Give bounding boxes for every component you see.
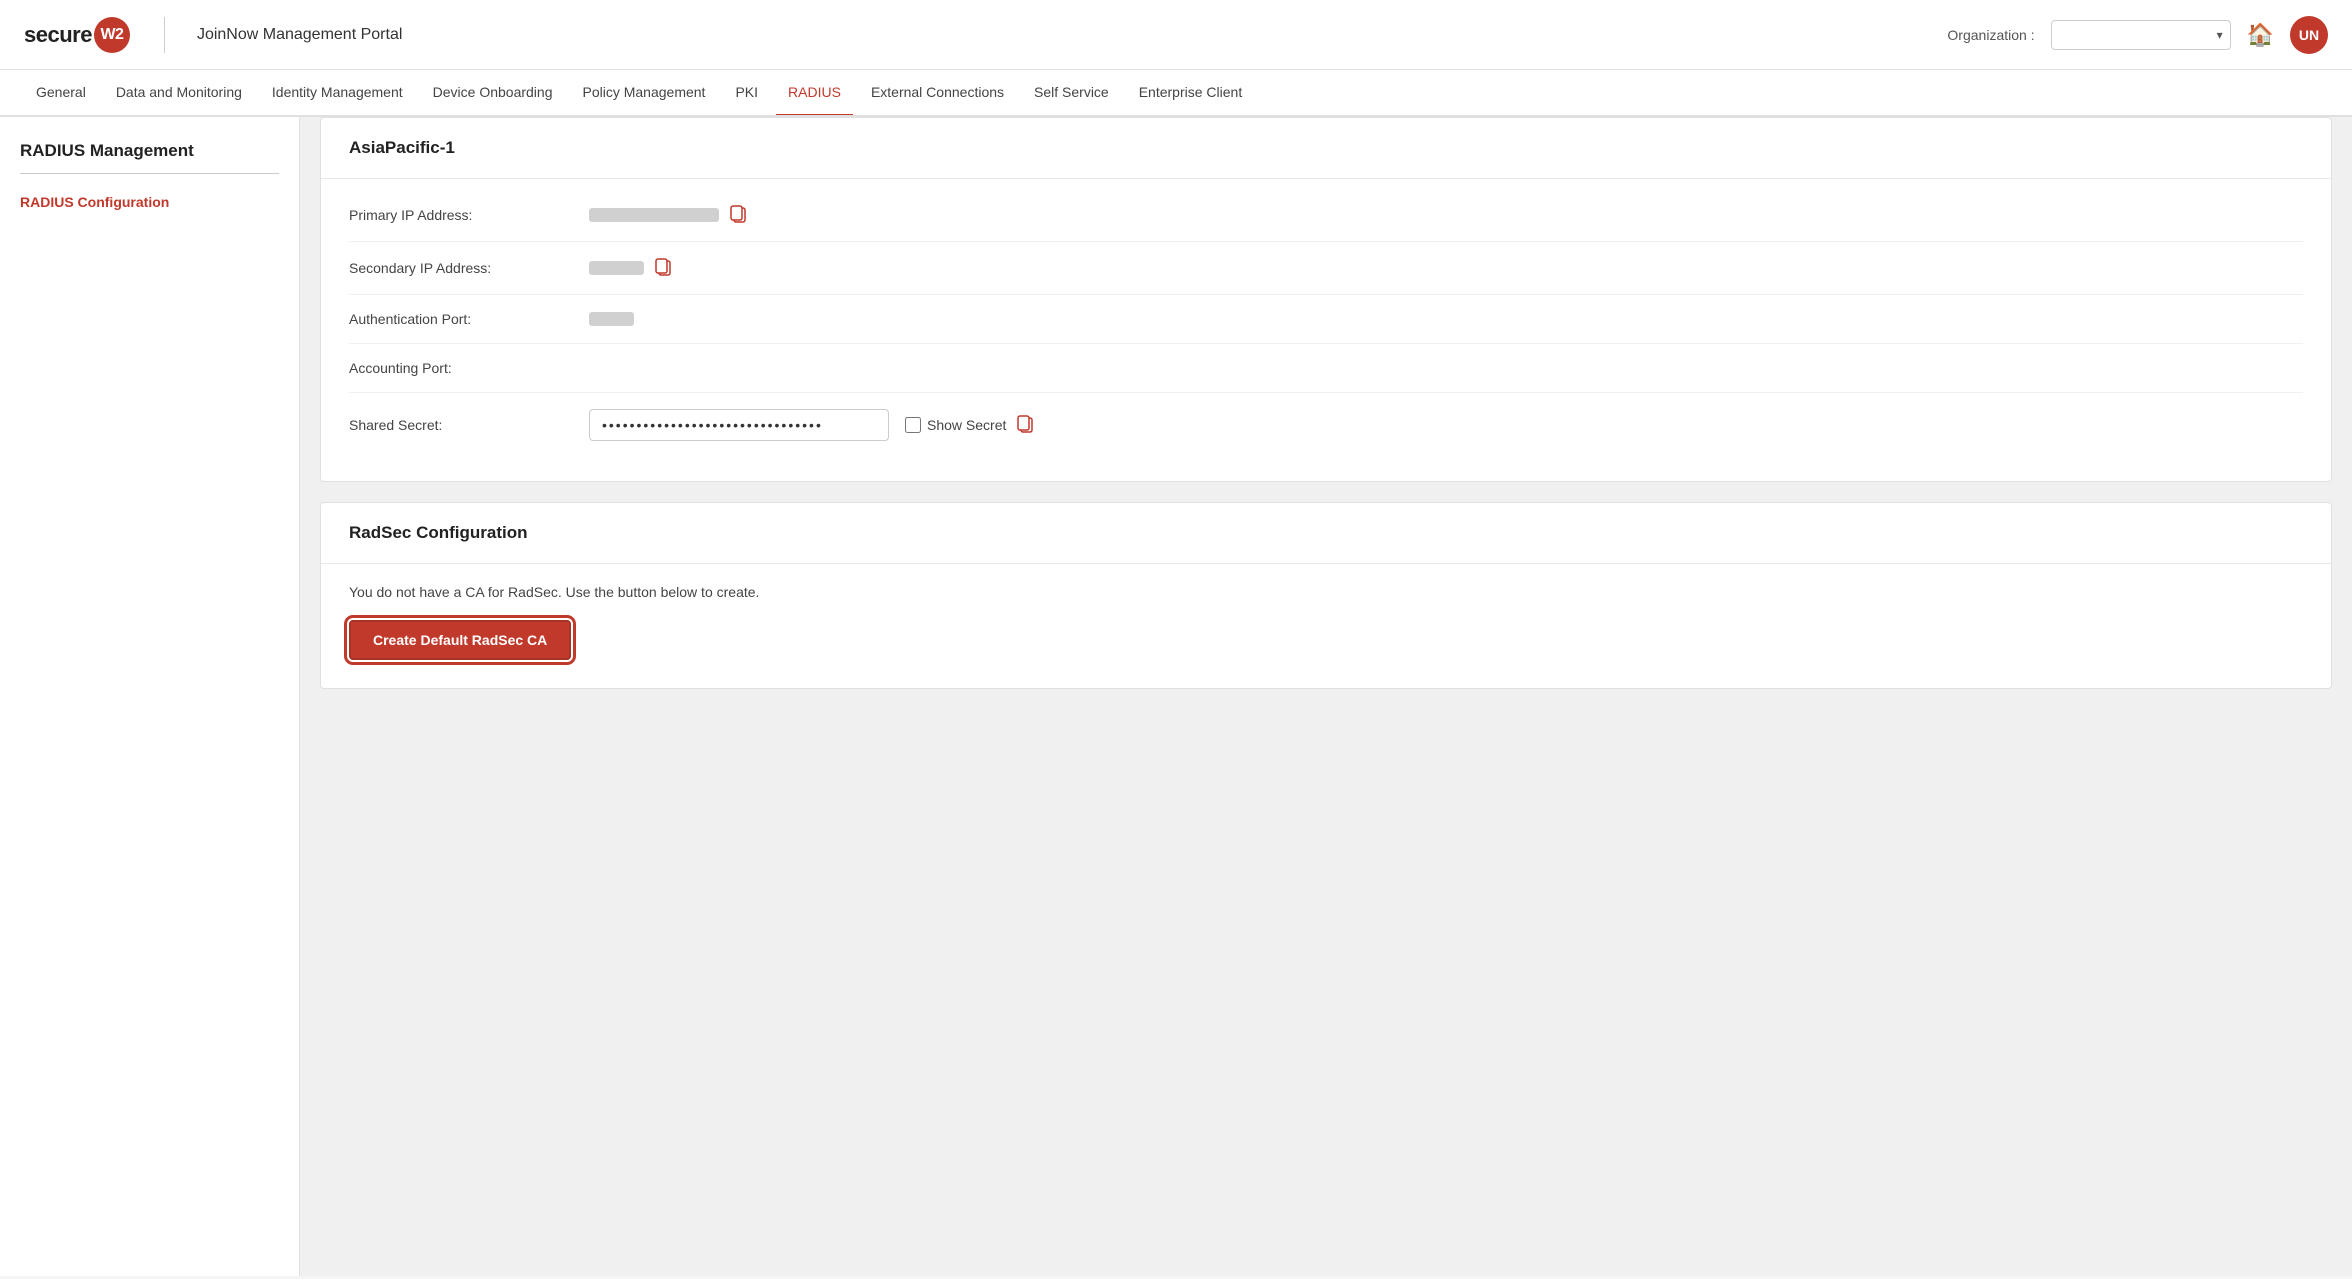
auth-port-value: [589, 312, 2303, 326]
sidebar: RADIUS Management RADIUS Configuration: [0, 117, 300, 1276]
secondary-ip-masked: [589, 261, 644, 275]
radsec-title: RadSec Configuration: [349, 523, 528, 542]
nav-bar: General Data and Monitoring Identity Man…: [0, 70, 2352, 117]
asiapacific-title: AsiaPacific-1: [349, 138, 455, 157]
header: secure W2 JoinNow Management Portal Orga…: [0, 0, 2352, 70]
accounting-port-row: Accounting Port:: [349, 344, 2303, 393]
nav-item-self-service[interactable]: Self Service: [1022, 70, 1121, 117]
shared-secret-row: Shared Secret: Show Secret: [349, 393, 2303, 457]
show-secret-checkbox[interactable]: [905, 417, 921, 433]
home-button[interactable]: 🏠: [2247, 22, 2274, 48]
nav-item-radius[interactable]: RADIUS: [776, 70, 853, 117]
logo-text-before: secure: [24, 22, 92, 48]
primary-ip-clipboard-icon[interactable]: [729, 205, 747, 225]
sidebar-divider: [20, 173, 279, 174]
shared-secret-clipboard-icon[interactable]: [1016, 415, 1034, 435]
secondary-ip-row: Secondary IP Address:: [349, 242, 2303, 295]
logo-badge: W2: [94, 17, 130, 53]
shared-secret-label: Shared Secret:: [349, 417, 589, 433]
portal-title: JoinNow Management Portal: [197, 26, 402, 44]
logo-divider: [164, 17, 165, 53]
content-area: AsiaPacific-1 Primary IP Address:: [300, 117, 2352, 1276]
radsec-message: You do not have a CA for RadSec. Use the…: [349, 584, 2303, 600]
auth-port-masked: [589, 312, 634, 326]
sidebar-link-radius-config[interactable]: RADIUS Configuration: [20, 190, 279, 214]
radsec-header: RadSec Configuration: [321, 503, 2331, 564]
show-secret-label[interactable]: Show Secret: [905, 417, 1006, 433]
logo-area: secure W2 JoinNow Management Portal: [24, 17, 402, 53]
asiapacific-body: Primary IP Address: Secondary IP Addr: [321, 179, 2331, 481]
logo: secure W2: [24, 17, 132, 53]
org-select[interactable]: [2051, 20, 2231, 50]
asiapacific-section: AsiaPacific-1 Primary IP Address:: [320, 117, 2332, 482]
org-select-wrapper: [2051, 20, 2231, 50]
shared-secret-value: Show Secret: [589, 409, 2303, 441]
asiapacific-header: AsiaPacific-1: [321, 118, 2331, 179]
auth-port-label: Authentication Port:: [349, 311, 589, 327]
primary-ip-masked: [589, 208, 719, 222]
shared-secret-input[interactable]: [589, 409, 889, 441]
secondary-ip-clipboard-icon[interactable]: [654, 258, 672, 278]
primary-ip-row: Primary IP Address:: [349, 189, 2303, 242]
accounting-port-label: Accounting Port:: [349, 360, 589, 376]
primary-ip-label: Primary IP Address:: [349, 207, 589, 223]
radsec-body: You do not have a CA for RadSec. Use the…: [321, 564, 2331, 688]
header-right: Organization : 🏠 UN: [1947, 16, 2328, 54]
create-radsec-ca-button[interactable]: Create Default RadSec CA: [349, 620, 571, 660]
nav-item-enterprise-client[interactable]: Enterprise Client: [1127, 70, 1255, 117]
auth-port-row: Authentication Port:: [349, 295, 2303, 344]
nav-item-general[interactable]: General: [24, 70, 98, 117]
radsec-section: RadSec Configuration You do not have a C…: [320, 502, 2332, 689]
org-label: Organization :: [1947, 27, 2034, 43]
show-secret-text: Show Secret: [927, 417, 1006, 433]
sidebar-title: RADIUS Management: [20, 141, 279, 161]
primary-ip-value: [589, 205, 2303, 225]
user-avatar[interactable]: UN: [2290, 16, 2328, 54]
main-layout: RADIUS Management RADIUS Configuration A…: [0, 117, 2352, 1276]
nav-item-pki[interactable]: PKI: [723, 70, 770, 117]
secondary-ip-value: [589, 258, 2303, 278]
nav-item-policy-management[interactable]: Policy Management: [571, 70, 718, 117]
nav-item-external-connections[interactable]: External Connections: [859, 70, 1016, 117]
nav-item-data-monitoring[interactable]: Data and Monitoring: [104, 70, 254, 117]
nav-item-device-onboarding[interactable]: Device Onboarding: [421, 70, 565, 117]
nav-item-identity-management[interactable]: Identity Management: [260, 70, 415, 117]
secondary-ip-label: Secondary IP Address:: [349, 260, 589, 276]
